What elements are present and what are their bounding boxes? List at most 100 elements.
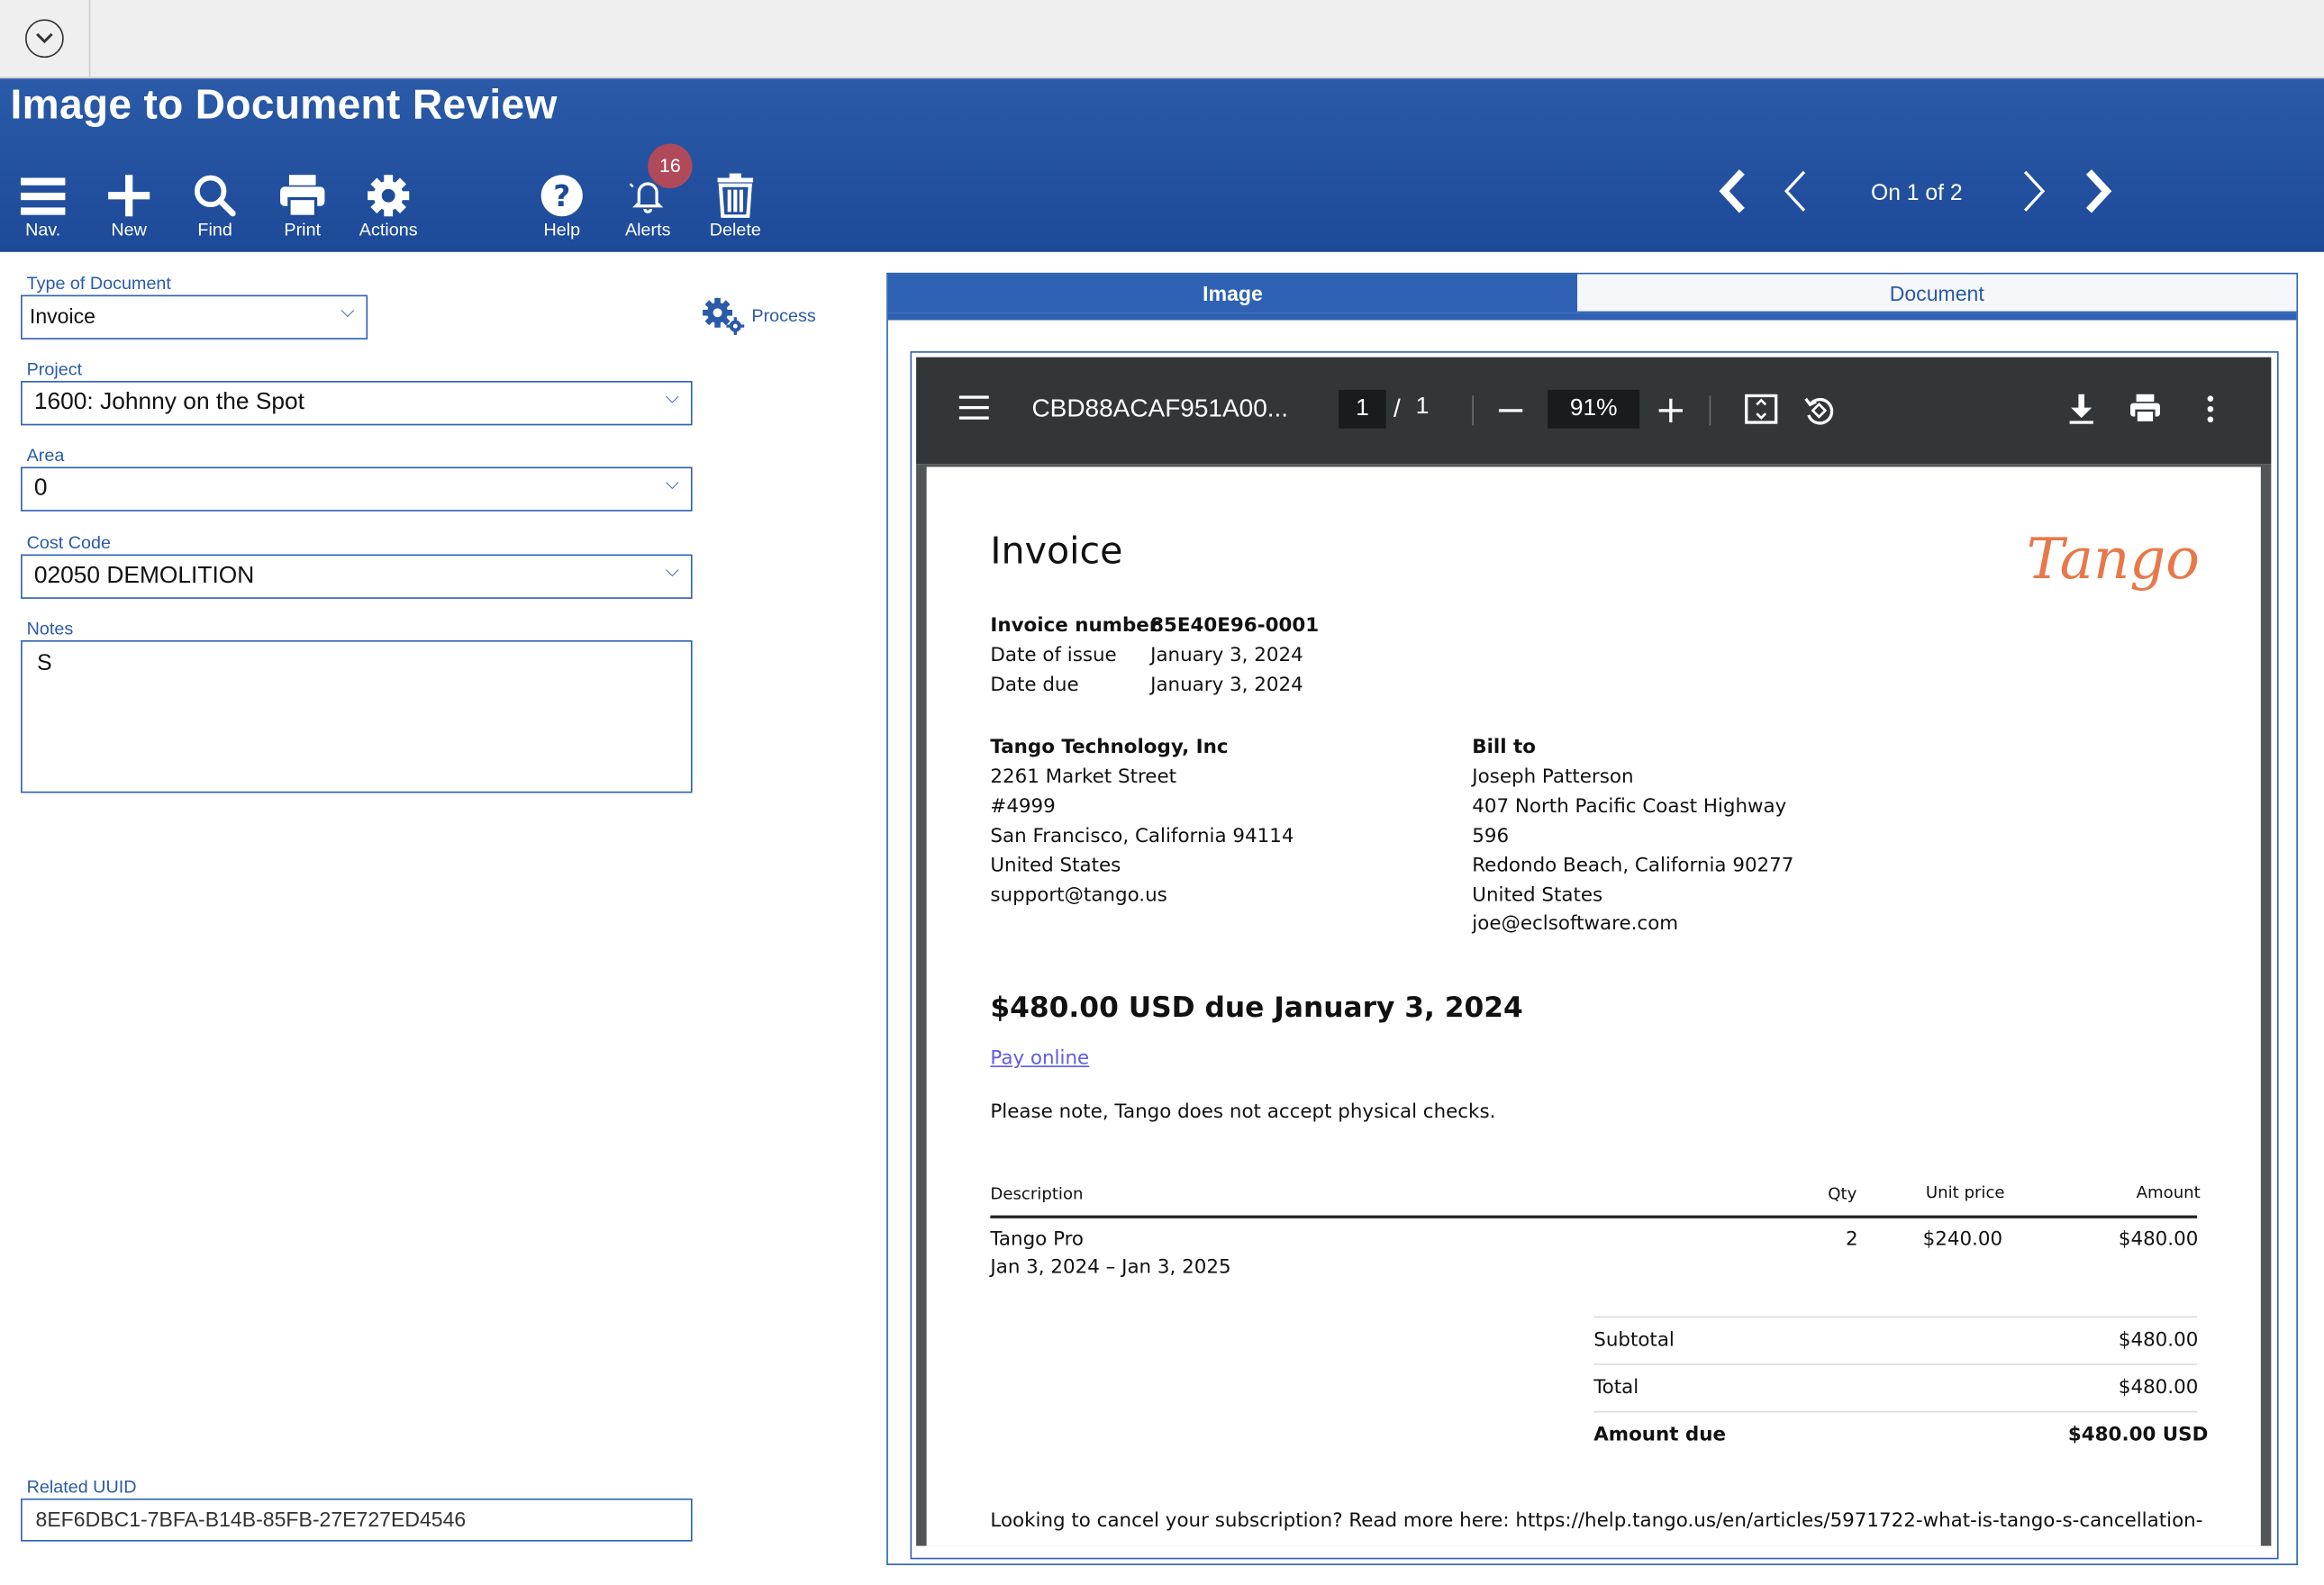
page-number-input[interactable]: 1 [1339, 389, 1386, 429]
from-address-line: 2261 Market Street [990, 765, 1177, 789]
area-label: Area [26, 444, 65, 466]
find-button[interactable]: Find [177, 174, 251, 240]
menu-icon [21, 177, 66, 215]
from-email: support@tango.us [990, 884, 1167, 908]
process-button[interactable]: Process [701, 296, 816, 335]
nav-button[interactable]: Nav. [6, 174, 80, 240]
from-company: Tango Technology, Inc [990, 736, 1229, 759]
help-label: Help [543, 219, 581, 240]
page-title: Image to Document Review [10, 81, 558, 128]
print-label: Print [284, 219, 322, 240]
from-address-line: #4999 [990, 795, 1056, 819]
subtotal-label: Subtotal [1593, 1329, 1675, 1352]
table-header-description: Description [990, 1183, 1084, 1204]
print-button[interactable]: Print [266, 174, 340, 240]
type-of-document-value: Invoice [29, 303, 95, 328]
gears-icon [703, 297, 745, 335]
table-header-amount: Amount [2136, 1182, 2201, 1202]
actions-label: Actions [359, 219, 418, 240]
app-header: Image to Document Review [0, 78, 2324, 252]
date-of-issue-label: Date of issue [990, 644, 1117, 667]
record-position: On 1 of 2 [1870, 180, 1963, 206]
help-button[interactable]: ? Help [525, 174, 599, 240]
invoice-number-label: Invoice number [990, 615, 1159, 638]
tab-underline [887, 312, 2297, 321]
tab-image[interactable]: Image [887, 274, 1578, 313]
cancellation-note: Looking to cancel your subscription? Rea… [990, 1510, 2203, 1533]
actions-button[interactable]: Actions [351, 174, 425, 240]
printer-icon [280, 175, 325, 218]
download-icon[interactable] [2066, 393, 2096, 425]
pdf-filename: CBD88ACAF951A00... [1031, 394, 1289, 423]
project-select[interactable]: 1600: Johnny on the Spot ⌵ [21, 380, 693, 426]
fit-page-icon[interactable] [1743, 393, 1778, 425]
chevron-down-icon [36, 32, 53, 44]
from-address-line: United States [990, 855, 1121, 878]
related-uuid-field[interactable]: 8EF6DBC1-7BFA-B14B-85FB-27E727ED4546 [21, 1498, 693, 1542]
zoom-out-icon[interactable] [1497, 397, 1524, 424]
chevron-down-icon: ⌵ [665, 386, 679, 408]
menu-icon[interactable] [958, 394, 990, 421]
zoom-in-icon[interactable] [1657, 397, 1684, 424]
page-total: 1 [1415, 394, 1430, 420]
type-of-document-select[interactable]: Invoice ⌵ [21, 294, 368, 340]
previous-record-icon[interactable] [1777, 166, 1812, 216]
bill-to-line: United States [1472, 884, 1603, 908]
delete-button[interactable]: Delete [698, 173, 772, 240]
top-strip [0, 0, 2324, 79]
pay-online-link[interactable]: Pay online [990, 1048, 1089, 1071]
related-uuid-label: Related UUID [26, 1476, 137, 1498]
project-label: Project [26, 358, 83, 380]
bill-to-line: Redondo Beach, California 90277 [1472, 855, 1794, 878]
notes-textarea[interactable]: S [21, 639, 693, 793]
area-select[interactable]: 0 ⌵ [21, 466, 693, 512]
trash-icon [717, 173, 754, 218]
bill-to-line: 596 [1472, 825, 1510, 848]
next-record-icon[interactable] [2016, 166, 2051, 216]
chevron-down-icon: ⌵ [340, 301, 355, 322]
line-item-qty: 2 [1846, 1228, 1858, 1252]
first-record-icon[interactable] [1715, 166, 1750, 216]
tab-document[interactable]: Document [1577, 274, 2297, 313]
chevron-down-icon: ⌵ [665, 560, 679, 582]
divider [1472, 395, 1474, 426]
date-of-issue-value: January 3, 2024 [1150, 644, 1303, 667]
type-of-document-label: Type of Document [26, 272, 171, 294]
tango-logo: Tango [2026, 526, 2200, 592]
line-item-period: Jan 3, 2024 – Jan 3, 2025 [990, 1256, 1231, 1280]
gear-icon [368, 175, 410, 217]
bill-to-line: Joseph Patterson [1472, 765, 1634, 789]
notes-value: S [37, 650, 52, 676]
more-options-icon[interactable] [2206, 393, 2215, 425]
total-value: $480.00 [2118, 1376, 2199, 1399]
search-icon [195, 175, 236, 217]
table-header-qty: Qty [1828, 1183, 1857, 1204]
amount-due-heading: $480.00 USD due January 3, 2024 [990, 992, 1523, 1025]
table-header-unit-price: Unit price [1925, 1182, 2005, 1202]
project-value: 1600: Johnny on the Spot [33, 389, 305, 415]
pdf-page: Invoice Tango Invoice number 85E40E96-00… [926, 466, 2261, 1546]
printer-icon[interactable] [2129, 393, 2161, 425]
new-button[interactable]: New [92, 174, 166, 240]
svg-text:?: ? [553, 178, 570, 213]
line-item-amount: $480.00 [2118, 1228, 2199, 1252]
find-label: Find [197, 219, 232, 240]
collapse-toggle-button[interactable] [24, 19, 64, 59]
cost-code-select[interactable]: 02050 DEMOLITION ⌵ [21, 554, 693, 599]
date-due-label: Date due [990, 674, 1079, 697]
divider [1593, 1363, 2198, 1365]
payment-note: Please note, Tango does not accept physi… [990, 1100, 1496, 1124]
notes-label: Notes [26, 618, 74, 639]
delete-label: Delete [709, 219, 761, 240]
bill-to-heading: Bill to [1472, 736, 1536, 759]
new-label: New [111, 219, 147, 240]
preview-panel: Image Document CBD88ACAF951A00... 1 / 1 … [886, 272, 2298, 1565]
last-record-icon[interactable] [2080, 166, 2115, 216]
alerts-label: Alerts [624, 219, 671, 240]
divider [88, 0, 91, 79]
amount-due-value: $480.00 USD [2067, 1424, 2209, 1447]
invoice-number-value: 85E40E96-0001 [1150, 615, 1320, 638]
zoom-level[interactable]: 91% [1548, 389, 1640, 429]
rotate-icon[interactable] [1802, 393, 1837, 428]
pdf-canvas[interactable]: Invoice Tango Invoice number 85E40E96-00… [916, 464, 2272, 1546]
